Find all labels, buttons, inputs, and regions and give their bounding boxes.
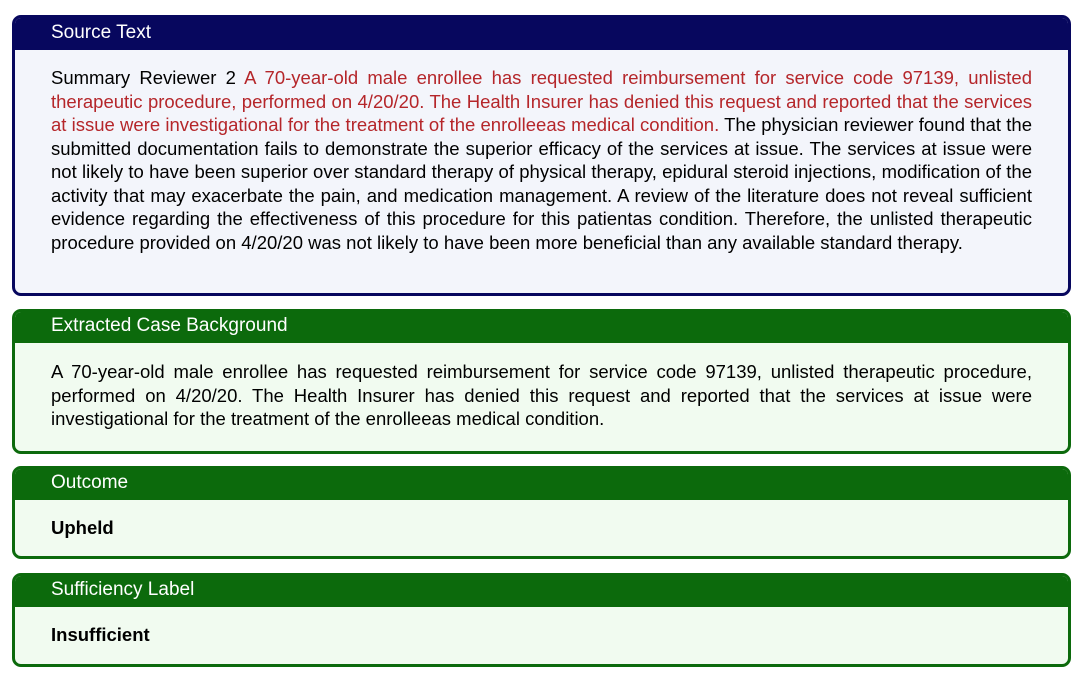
- sufficiency-label-value: Insufficient: [51, 624, 150, 645]
- source-text-header: Source Text: [15, 18, 1068, 50]
- outcome-value: Upheld: [51, 517, 114, 538]
- sufficiency-label-header: Sufficiency Label: [15, 576, 1068, 607]
- case-background-text: A 70-year-old male enrollee has requeste…: [51, 361, 1032, 429]
- case-background-header: Extracted Case Background: [15, 312, 1068, 343]
- source-text-box: Source Text Summary Reviewer 2 A 70-year…: [12, 15, 1071, 296]
- outcome-box: Outcome Upheld: [12, 466, 1071, 559]
- sufficiency-label-box: Sufficiency Label Insufficient: [12, 573, 1071, 667]
- source-text-body: Summary Reviewer 2 A 70-year-old male en…: [15, 50, 1068, 254]
- case-background-box: Extracted Case Background A 70-year-old …: [12, 309, 1071, 454]
- outcome-header: Outcome: [15, 469, 1068, 500]
- source-prefix: Summary Reviewer 2: [51, 67, 245, 88]
